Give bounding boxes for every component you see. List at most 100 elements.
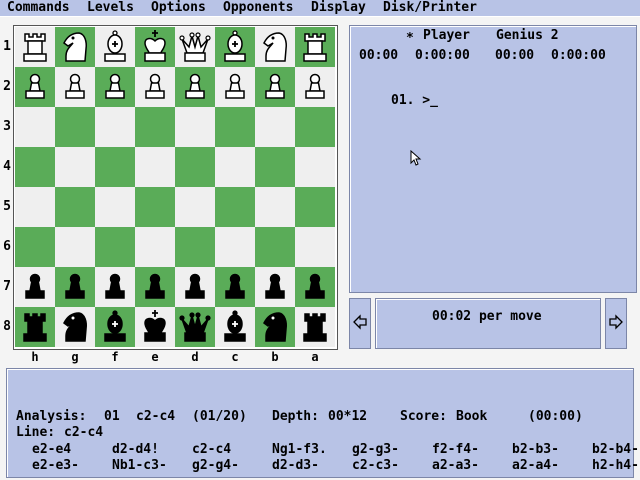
board-square[interactable] xyxy=(15,67,55,107)
board-square[interactable] xyxy=(135,227,175,267)
board-square[interactable] xyxy=(135,147,175,187)
rank-label: 5 xyxy=(3,199,11,214)
board-square[interactable] xyxy=(295,147,335,187)
board-square[interactable] xyxy=(295,67,335,107)
candidate-move: Ng1-f3. xyxy=(272,442,327,457)
candidate-move: a2-a4- xyxy=(512,458,559,473)
opponent-label: Genius 2 xyxy=(496,28,559,43)
board-square[interactable] xyxy=(15,107,55,147)
board-square[interactable] xyxy=(95,187,135,227)
board-square[interactable] xyxy=(255,107,295,147)
board-square[interactable] xyxy=(175,187,215,227)
candidate-move: Nb1-c3- xyxy=(112,458,167,473)
board-square[interactable] xyxy=(55,187,95,227)
board-square[interactable] xyxy=(15,187,55,227)
file-label: d xyxy=(191,350,199,364)
board-square[interactable] xyxy=(15,27,55,67)
opponent-total-time: 0:00:00 xyxy=(551,48,606,63)
board-square[interactable] xyxy=(255,227,295,267)
board-square[interactable] xyxy=(175,107,215,147)
menu-bar: Commands Levels Options Opponents Displa… xyxy=(0,0,640,17)
board-square[interactable] xyxy=(55,107,95,147)
board-square[interactable] xyxy=(175,307,215,347)
prev-time-control-button[interactable] xyxy=(349,298,371,349)
chess-board[interactable] xyxy=(15,27,335,347)
board-square[interactable] xyxy=(255,307,295,347)
candidate-move: e2-e3- xyxy=(32,458,79,473)
board-square[interactable] xyxy=(255,147,295,187)
board-square[interactable] xyxy=(295,227,335,267)
candidate-move: g2-g3- xyxy=(352,442,399,457)
candidate-move: d2-d3- xyxy=(272,458,319,473)
board-square[interactable] xyxy=(135,187,175,227)
board-square[interactable] xyxy=(215,147,255,187)
rank-label: 8 xyxy=(3,319,11,334)
board-square[interactable] xyxy=(295,267,335,307)
board-square[interactable] xyxy=(255,267,295,307)
board-square[interactable] xyxy=(15,267,55,307)
board-square[interactable] xyxy=(95,147,135,187)
board-square[interactable] xyxy=(55,307,95,347)
board-square[interactable] xyxy=(135,307,175,347)
menu-levels[interactable]: Levels xyxy=(87,0,134,16)
board-square[interactable] xyxy=(95,267,135,307)
next-time-control-button[interactable] xyxy=(605,298,627,349)
board-square[interactable] xyxy=(175,147,215,187)
analysis-panel: Analysis: 01 c2-c4 (01/20) Depth: 00*12 … xyxy=(6,368,639,478)
board-square[interactable] xyxy=(215,187,255,227)
mouse-cursor-icon xyxy=(410,150,422,166)
board-square[interactable] xyxy=(215,107,255,147)
score-label: Score: xyxy=(400,409,447,424)
board-square[interactable] xyxy=(215,67,255,107)
menu-opponents[interactable]: Opponents xyxy=(223,0,293,16)
board-square[interactable] xyxy=(255,67,295,107)
board-square[interactable] xyxy=(55,227,95,267)
candidate-move: b2-b4- xyxy=(592,442,639,457)
board-square[interactable] xyxy=(15,227,55,267)
board-square[interactable] xyxy=(255,187,295,227)
board-square[interactable] xyxy=(215,227,255,267)
file-label: f xyxy=(111,350,119,364)
left-arrow-icon xyxy=(353,314,367,330)
board-square[interactable] xyxy=(55,147,95,187)
board-square[interactable] xyxy=(95,27,135,67)
board-square[interactable] xyxy=(255,27,295,67)
board-square[interactable] xyxy=(95,67,135,107)
analysis-move: c2-c4 xyxy=(136,409,176,424)
board-square[interactable] xyxy=(15,147,55,187)
board-square[interactable] xyxy=(215,307,255,347)
move-entry-line[interactable]: 01. >_ xyxy=(391,93,438,108)
board-square[interactable] xyxy=(295,107,335,147)
board-square[interactable] xyxy=(55,267,95,307)
time-control-text: 00:02 per move xyxy=(432,309,542,324)
player-total-time: 0:00:00 xyxy=(415,48,470,63)
file-label: b xyxy=(271,350,279,364)
board-square[interactable] xyxy=(55,67,95,107)
board-square[interactable] xyxy=(295,307,335,347)
turn-marker-icon: ∗ xyxy=(406,28,414,43)
board-square[interactable] xyxy=(295,27,335,67)
board-square[interactable] xyxy=(15,307,55,347)
board-square[interactable] xyxy=(55,27,95,67)
menu-commands[interactable]: Commands xyxy=(7,0,70,16)
board-square[interactable] xyxy=(175,227,215,267)
menu-display[interactable]: Display xyxy=(311,0,366,16)
board-square[interactable] xyxy=(175,267,215,307)
board-square[interactable] xyxy=(135,67,175,107)
board-square[interactable] xyxy=(135,267,175,307)
board-square[interactable] xyxy=(95,107,135,147)
menu-options[interactable]: Options xyxy=(151,0,206,16)
menu-disk-printer[interactable]: Disk/Printer xyxy=(383,0,477,16)
board-square[interactable] xyxy=(95,227,135,267)
board-square[interactable] xyxy=(175,67,215,107)
board-square[interactable] xyxy=(135,107,175,147)
rank-label: 4 xyxy=(3,159,11,174)
analysis-move-number: 01 xyxy=(104,409,120,424)
board-square[interactable] xyxy=(295,187,335,227)
board-square[interactable] xyxy=(95,307,135,347)
board-square[interactable] xyxy=(135,27,175,67)
board-square[interactable] xyxy=(175,27,215,67)
board-square[interactable] xyxy=(215,267,255,307)
file-label: c xyxy=(231,350,239,364)
board-square[interactable] xyxy=(215,27,255,67)
